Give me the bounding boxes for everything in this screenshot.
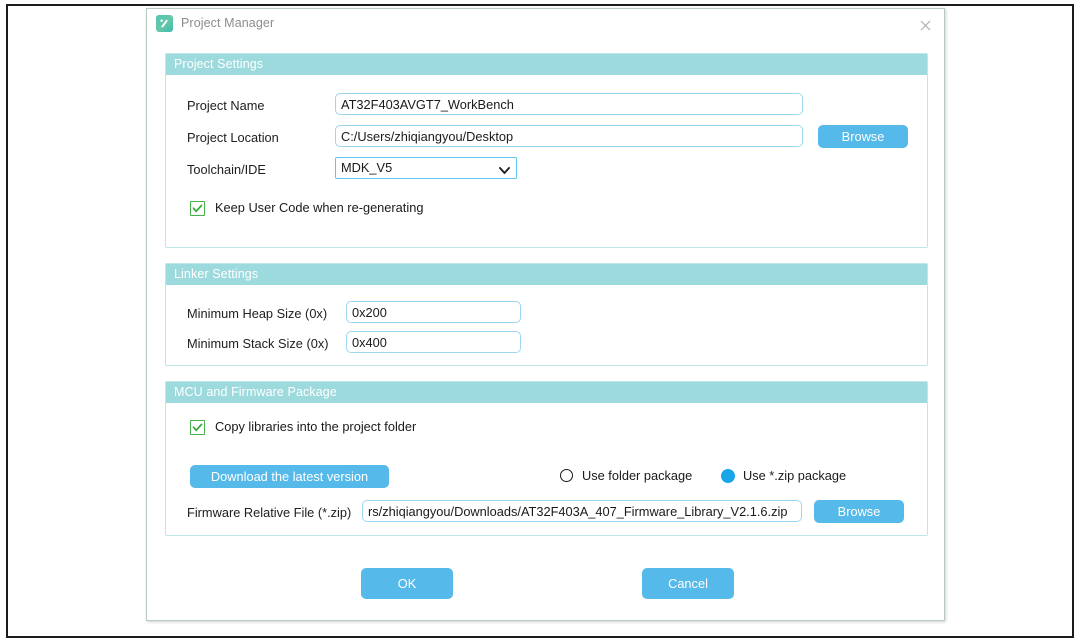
- project-name-input[interactable]: [335, 93, 803, 115]
- min-heap-size-input[interactable]: [346, 301, 521, 323]
- toolchain-ide-label: Toolchain/IDE: [187, 162, 266, 177]
- download-latest-version-button[interactable]: Download the latest version: [190, 465, 389, 488]
- project-settings-header: Project Settings: [166, 54, 927, 75]
- radio-unselected-icon[interactable]: [560, 469, 573, 482]
- project-settings-group: Project Settings Project Name Project Lo…: [165, 53, 928, 248]
- ok-button[interactable]: OK: [361, 568, 453, 599]
- mcu-firmware-header: MCU and Firmware Package: [166, 382, 927, 403]
- project-location-label: Project Location: [187, 130, 279, 145]
- project-name-label: Project Name: [187, 98, 265, 113]
- radio-selected-icon[interactable]: [721, 469, 735, 483]
- page-root: Project Manager Project Settings Project…: [0, 0, 1080, 643]
- dialog-titlebar: Project Manager: [147, 9, 944, 40]
- min-stack-size-label: Minimum Stack Size (0x): [187, 336, 329, 351]
- linker-settings-group: Linker Settings Minimum Heap Size (0x) M…: [165, 263, 928, 366]
- firmware-file-browse-button[interactable]: Browse: [814, 500, 904, 523]
- copy-libraries-label: Copy libraries into the project folder: [215, 419, 417, 434]
- keep-user-code-label: Keep User Code when re-generating: [215, 200, 424, 215]
- min-stack-size-input[interactable]: [346, 331, 521, 353]
- project-location-input[interactable]: [335, 125, 803, 147]
- toolchain-ide-select[interactable]: MDK_V5: [335, 157, 517, 179]
- copy-libraries-checkbox[interactable]: [190, 420, 205, 435]
- firmware-relative-file-label: Firmware Relative File (*.zip): [187, 505, 352, 520]
- keep-user-code-checkbox[interactable]: [190, 201, 205, 216]
- firmware-relative-file-input[interactable]: [362, 500, 802, 522]
- project-manager-dialog: Project Manager Project Settings Project…: [146, 8, 945, 621]
- dialog-title: Project Manager: [181, 16, 275, 30]
- toolchain-ide-value: MDK_V5: [341, 160, 393, 175]
- cancel-button[interactable]: Cancel: [642, 568, 734, 599]
- project-location-browse-button[interactable]: Browse: [818, 125, 908, 148]
- mcu-firmware-group: MCU and Firmware Package Copy libraries …: [165, 381, 928, 536]
- min-heap-size-label: Minimum Heap Size (0x): [187, 306, 328, 321]
- linker-settings-header: Linker Settings: [166, 264, 927, 285]
- use-folder-package-label: Use folder package: [582, 468, 693, 483]
- close-icon[interactable]: [910, 12, 940, 38]
- chevron-down-icon: [499, 163, 510, 178]
- app-logo-icon: [156, 15, 173, 32]
- use-zip-package-label: Use *.zip package: [743, 468, 847, 483]
